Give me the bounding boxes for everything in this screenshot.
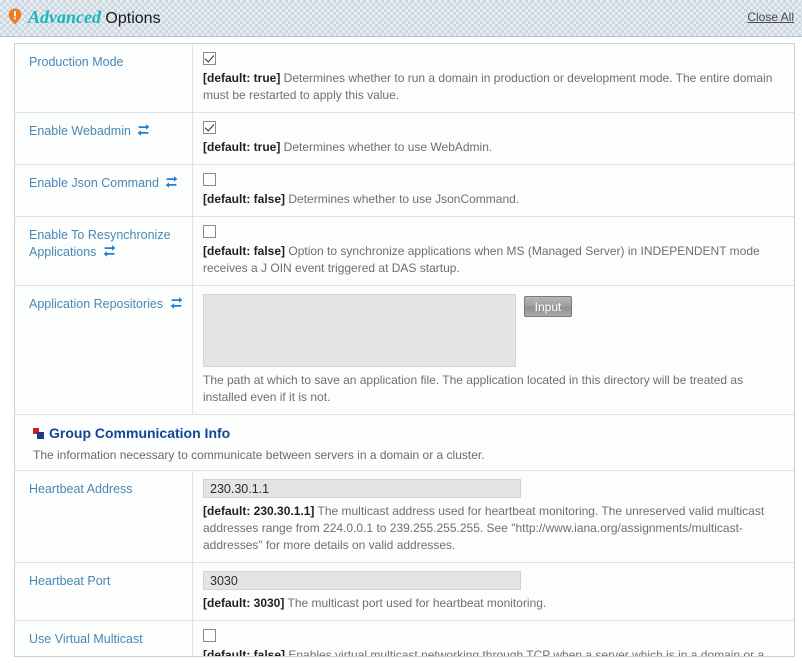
restart-required-sync-icon <box>165 176 178 188</box>
default-value: [default: true] <box>203 140 281 154</box>
table-row: Heartbeat Address 230.30.1.1 [default: 2… <box>15 471 794 563</box>
section-subtitle: The information necessary to communicate… <box>15 446 794 471</box>
row-description: [default: false] Enables virtual multica… <box>203 647 782 657</box>
production-mode-checkbox[interactable] <box>203 52 216 65</box>
description-text: Determines whether to use WebAdmin. <box>283 140 493 154</box>
row-description: The path at which to save an application… <box>203 372 782 406</box>
section-heading: Group Communication Info <box>15 415 794 446</box>
table-row: Enable Json Command [default: false] Det… <box>15 165 794 217</box>
page-title-options: Options <box>100 10 161 27</box>
default-value: [default: false] <box>203 648 286 657</box>
description-text: Enables virtual multicast networking thr… <box>288 648 765 657</box>
restart-required-sync-icon <box>137 124 150 136</box>
alert-marker-icon <box>8 8 22 25</box>
restart-required-sync-icon <box>103 245 116 257</box>
enable-resynchronize-applications-checkbox[interactable] <box>203 225 216 238</box>
description-text: Determines whether to run a domain in pr… <box>203 71 773 102</box>
label-text: Heartbeat Port <box>29 574 111 588</box>
label-text: Application Repositories <box>29 297 164 311</box>
table-row: Enable To Resynchronize Applications [de… <box>15 217 794 286</box>
section-title-row: Group Communication Info <box>33 424 784 442</box>
row-label-application-repositories: Application Repositories <box>15 286 193 414</box>
row-label-use-virtual-multicast: Use Virtual Multicast <box>15 621 193 656</box>
section-title-text: Group Communication Info <box>49 425 231 441</box>
default-value: [default: 3030] <box>203 596 285 610</box>
table-row: Application Repositories Input The path … <box>15 286 794 415</box>
row-value-enable-webadmin: [default: true] Determines whether to us… <box>193 113 794 164</box>
table-row: Use Virtual Multicast [default: false] E… <box>15 621 794 657</box>
close-all-link[interactable]: Close All <box>747 10 794 24</box>
row-description: [default: false] Determines whether to u… <box>203 191 782 208</box>
row-description: [default: 3030] The multicast port used … <box>203 595 782 612</box>
label-text: Enable Json Command <box>29 176 159 190</box>
description-text: Determines whether to use JsonCommand. <box>288 192 520 206</box>
row-description: [default: 230.30.1.1] The multicast addr… <box>203 503 782 554</box>
enable-webadmin-checkbox[interactable] <box>203 121 216 134</box>
row-label-heartbeat-address: Heartbeat Address <box>15 471 193 562</box>
default-value: [default: 230.30.1.1] <box>203 504 315 518</box>
row-description: [default: false] Option to synchronize a… <box>203 243 782 277</box>
advanced-options-panel: Production Mode [default: true] Determin… <box>14 43 795 657</box>
table-row: Heartbeat Port 3030 [default: 3030] The … <box>15 563 794 621</box>
use-virtual-multicast-checkbox[interactable] <box>203 629 216 642</box>
row-label-heartbeat-port: Heartbeat Port <box>15 563 193 620</box>
page-title-advanced: Advanced <box>28 7 101 27</box>
default-value: [default: true] <box>203 71 281 85</box>
row-label-enable-webadmin: Enable Webadmin <box>15 113 193 164</box>
default-value: [default: false] <box>203 192 286 206</box>
section-marker-icon <box>33 427 44 439</box>
restart-required-sync-icon <box>170 297 183 309</box>
label-text: Enable Webadmin <box>29 124 131 138</box>
section-group-communication-info: Group Communication Info The information… <box>15 415 794 471</box>
page-title: Advanced Options <box>28 7 161 29</box>
label-text: Heartbeat Address <box>29 482 133 496</box>
table-row: Production Mode [default: true] Determin… <box>15 44 794 113</box>
heartbeat-address-input[interactable]: 230.30.1.1 <box>203 479 521 498</box>
row-value-heartbeat-port: 3030 [default: 3030] The multicast port … <box>193 563 794 620</box>
input-button[interactable]: Input <box>524 296 572 317</box>
description-text: The path at which to save an application… <box>203 373 744 404</box>
application-repositories-listbox[interactable] <box>203 294 516 367</box>
row-label-enable-json-command: Enable Json Command <box>15 165 193 216</box>
row-value-application-repositories: Input The path at which to save an appli… <box>193 286 794 414</box>
heartbeat-port-input[interactable]: 3030 <box>203 571 521 590</box>
default-value: [default: false] <box>203 244 286 258</box>
application-repositories-control: Input <box>203 294 782 367</box>
row-value-enable-json-command: [default: false] Determines whether to u… <box>193 165 794 216</box>
description-text: Option to synchronize applications when … <box>203 244 760 275</box>
table-row: Enable Webadmin [default: true] Determin… <box>15 113 794 165</box>
row-value-production-mode: [default: true] Determines whether to ru… <box>193 44 794 112</box>
row-label-enable-resynchronize-applications: Enable To Resynchronize Applications <box>15 217 193 285</box>
enable-json-command-checkbox[interactable] <box>203 173 216 186</box>
row-label-production-mode: Production Mode <box>15 44 193 112</box>
label-text: Production Mode <box>29 55 124 69</box>
label-text: Use Virtual Multicast <box>29 632 143 646</box>
row-value-heartbeat-address: 230.30.1.1 [default: 230.30.1.1] The mul… <box>193 471 794 562</box>
row-value-use-virtual-multicast: [default: false] Enables virtual multica… <box>193 621 794 657</box>
description-text: The multicast port used for heartbeat mo… <box>287 596 547 610</box>
advanced-options-header: Advanced Options Close All <box>0 0 802 37</box>
row-description: [default: true] Determines whether to ru… <box>203 70 782 104</box>
row-value-enable-resynchronize-applications: [default: false] Option to synchronize a… <box>193 217 794 285</box>
label-text: Enable To Resynchronize Applications <box>29 228 171 259</box>
row-description: [default: true] Determines whether to us… <box>203 139 782 156</box>
